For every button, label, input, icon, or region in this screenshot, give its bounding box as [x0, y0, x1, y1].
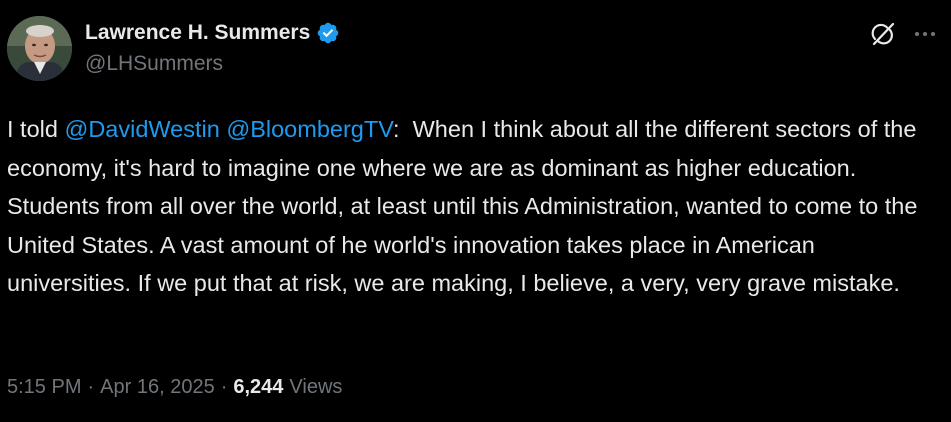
- more-options-icon[interactable]: [912, 24, 938, 44]
- tweet-card: Lawrence H. Summers @LHSummers I told @D…: [0, 0, 951, 422]
- tweet-text: I told @DavidWestin @BloombergTV: When I…: [7, 110, 942, 303]
- mention-bloomberg-tv-link[interactable]: @BloombergTV: [226, 116, 393, 142]
- meta-separator: ·: [220, 376, 228, 398]
- meta-separator: ·: [87, 376, 95, 398]
- tweet-meta: 5:15 PM · Apr 16, 2025 · 6,244 Views: [7, 376, 342, 399]
- mention-david-westin-link[interactable]: @DavidWestin: [64, 116, 219, 142]
- avatar-image: [7, 16, 72, 81]
- author-handle[interactable]: @LHSummers: [85, 52, 223, 76]
- author-display-name[interactable]: Lawrence H. Summers: [85, 21, 310, 45]
- avatar[interactable]: [7, 16, 72, 81]
- author-name-row: Lawrence H. Summers: [85, 18, 340, 48]
- verified-badge-icon[interactable]: [316, 21, 340, 45]
- tweet-time-link[interactable]: 5:15 PM: [7, 376, 81, 399]
- views-label[interactable]: Views: [289, 376, 342, 399]
- views-count[interactable]: 6,244: [233, 376, 283, 399]
- tweet-date-link[interactable]: Apr 16, 2025: [100, 376, 215, 399]
- tweet-text-prefix: I told: [7, 116, 65, 142]
- tweet-text-body: : When I think about all the different s…: [7, 116, 924, 296]
- grok-icon[interactable]: [868, 19, 898, 49]
